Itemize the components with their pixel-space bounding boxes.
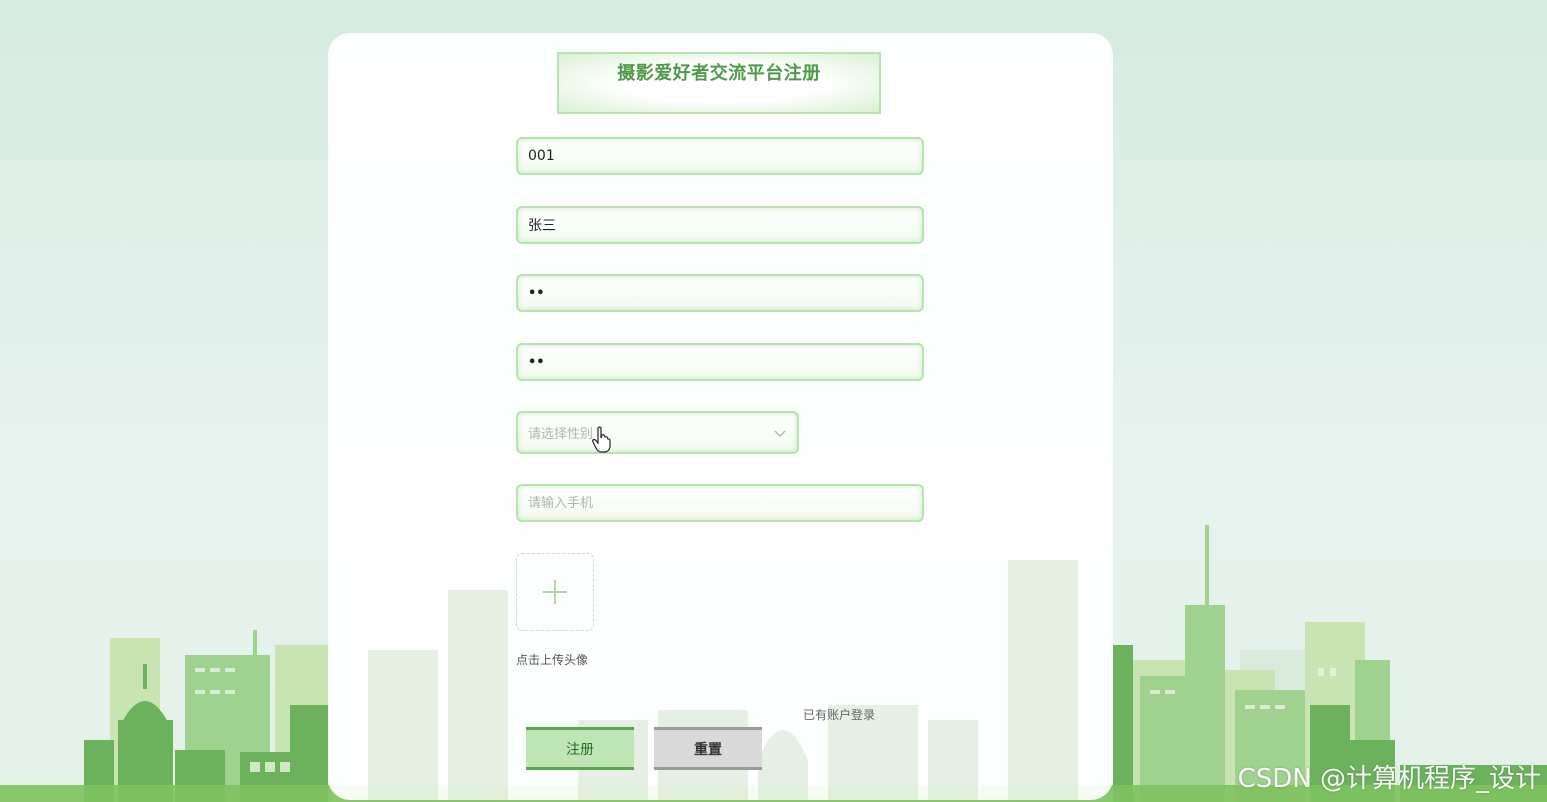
reset-button[interactable]: 重置 — [654, 727, 762, 770]
gender-select-placeholder: 请选择性别 — [528, 427, 594, 442]
phone-input[interactable] — [528, 495, 912, 511]
register-button[interactable]: 注册 — [526, 727, 634, 770]
confirm-password-input[interactable]: •• — [528, 356, 545, 369]
page-title-banner: 摄影爱好者交流平台注册 — [557, 52, 881, 114]
name-field[interactable] — [516, 206, 924, 244]
account-input[interactable] — [528, 148, 912, 164]
hand-pointer-icon — [592, 426, 611, 453]
plus-icon — [543, 580, 567, 604]
account-field[interactable] — [516, 137, 924, 175]
gender-select[interactable]: 请选择性别 — [516, 411, 799, 454]
csdn-watermark: CSDN @计算机程序_设计 — [1237, 764, 1541, 794]
confirm-password-field[interactable]: •• — [516, 343, 924, 381]
password-field[interactable]: •• — [516, 274, 924, 312]
chevron-down-icon — [774, 430, 786, 437]
page-title: 摄影爱好者交流平台注册 — [617, 63, 821, 84]
phone-field[interactable] — [516, 484, 924, 522]
login-link[interactable]: 已有账户登录 — [803, 706, 875, 723]
upload-avatar-label: 点击上传头像 — [516, 653, 589, 667]
avatar-upload[interactable] — [516, 553, 594, 631]
register-card: 摄影爱好者交流平台注册 •• •• 请选择性别 点击上传头像 已有账户登录 注册… — [328, 33, 1113, 800]
name-input[interactable] — [528, 217, 912, 233]
password-input[interactable]: •• — [528, 287, 545, 300]
